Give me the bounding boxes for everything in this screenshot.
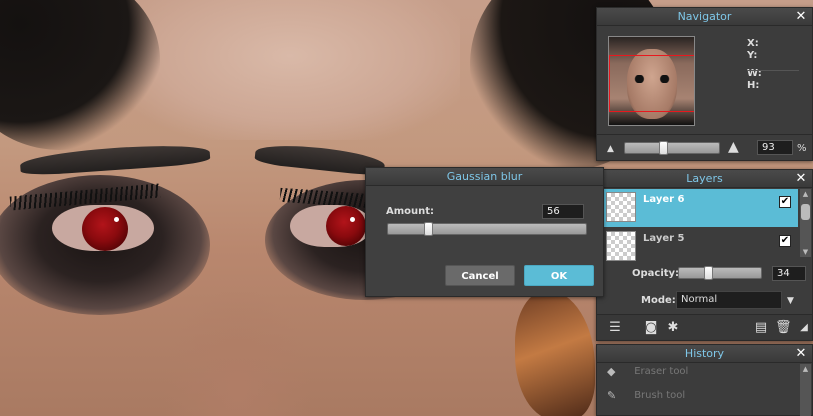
layer-styles-icon[interactable]: ✱ [665,320,681,336]
photo-glint-right [350,217,355,222]
navigator-divider [747,70,799,71]
history-scrollbar[interactable]: ▲ [800,364,811,416]
layer-6-visibility-checkbox[interactable]: ✔ [779,196,791,208]
history-item-label: Eraser tool [634,366,689,377]
opacity-input[interactable]: 34 [772,266,806,281]
layer-5-visibility-checkbox[interactable]: ✔ [779,235,791,247]
eraser-icon: ◆ [607,365,616,378]
amount-input[interactable]: 56 [542,204,584,219]
navigator-zoom-row: ▲ ▲ 93 % [597,134,812,160]
layer-mask-icon[interactable]: ◙ [643,320,659,336]
amount-slider-thumb[interactable] [424,222,433,236]
layers-title-text: Layers [686,172,723,185]
zoom-out-icon[interactable]: ▲ [607,144,614,154]
scroll-down-icon[interactable]: ▼ [800,247,811,257]
photo-nose [150,270,310,416]
history-item-label: Brush tool [634,390,686,401]
blend-mode-select[interactable]: Normal [676,291,782,309]
navigator-thumbnail[interactable] [608,36,695,126]
layers-scrollbar[interactable]: ▲ ▼ [800,189,811,257]
navigator-close-icon[interactable]: ✕ [795,8,807,26]
amount-label: Amount: [386,206,435,217]
resize-grip-icon[interactable]: ◢ [796,320,812,336]
navigator-viewport-rect[interactable] [609,55,694,112]
zoom-percent-label: % [797,143,807,154]
navigator-title[interactable]: Navigator ✕ [597,8,812,26]
history-item[interactable]: ◆ Eraser tool [607,365,688,383]
photo-glint-left [114,217,119,222]
history-panel: History ✕ ◆ Eraser tool ✎ Brush tool ▲ [596,344,813,416]
photo-eye-left [52,205,154,251]
navigator-coordinates: X: Y: W: H: [747,38,762,92]
layer-5-thumbnail [606,231,636,261]
gaussian-blur-title-text: Gaussian blur [446,170,523,183]
photo-forehead [120,0,460,140]
photo-iris-right [326,206,366,246]
opacity-slider-thumb[interactable] [704,266,713,280]
layers-panel: Layers ✕ Layer 6 ✔ Layer 5 ✔ ▲ ▼ Opacity… [596,169,813,341]
history-title[interactable]: History ✕ [597,345,812,363]
navigator-y-label: Y: [747,50,758,61]
layers-title[interactable]: Layers ✕ [597,170,812,188]
adjustments-icon[interactable]: ☰ [607,320,623,336]
history-title-text: History [684,347,725,360]
brush-icon: ✎ [607,389,617,402]
navigator-panel: Navigator ✕ X: Y: W: H: ▲ ▲ 93 % [596,7,813,161]
layer-6-thumbnail [606,192,636,222]
navigator-x-label: X: [747,38,759,49]
zoom-input[interactable]: 93 [757,140,793,155]
photo-eye-right [290,205,372,247]
layer-6-name: Layer 6 [643,194,685,205]
photo-iris-left [82,207,128,251]
zoom-slider-thumb[interactable] [659,141,668,155]
layer-row-6[interactable]: Layer 6 ✔ [602,189,798,227]
chevron-down-icon[interactable]: ▼ [787,296,794,306]
gaussian-blur-title[interactable]: Gaussian blur [366,168,603,186]
zoom-in-icon[interactable]: ▲ [728,139,739,155]
layer-5-name: Layer 5 [643,233,685,244]
navigator-h-label: H: [747,80,760,91]
ok-button[interactable]: OK [524,265,594,286]
cancel-button[interactable]: Cancel [445,265,515,286]
amount-slider[interactable] [387,222,587,236]
scroll-up-icon[interactable]: ▲ [800,364,811,374]
history-close-icon[interactable]: ✕ [795,345,807,363]
opacity-label: Opacity: [632,268,680,279]
layer-row-5[interactable]: Layer 5 ✔ [602,228,798,266]
layers-close-icon[interactable]: ✕ [795,170,807,188]
layers-toolbar: ☰ ◙ ✱ ▤ 🗑 ◢ [597,314,812,340]
gaussian-blur-dialog: Gaussian blur Amount: 56 Cancel OK [365,167,604,297]
mode-label: Mode: [641,295,676,306]
opacity-slider[interactable] [678,266,762,280]
zoom-slider[interactable] [624,141,720,155]
new-layer-icon[interactable]: ▤ [753,320,769,336]
layers-scrollbar-thumb[interactable] [801,204,810,220]
photo-earring [515,290,595,416]
navigator-title-text: Navigator [677,10,732,23]
trash-icon[interactable]: 🗑 [775,320,792,336]
scroll-up-icon[interactable]: ▲ [800,189,811,199]
history-item[interactable]: ✎ Brush tool [607,389,685,407]
